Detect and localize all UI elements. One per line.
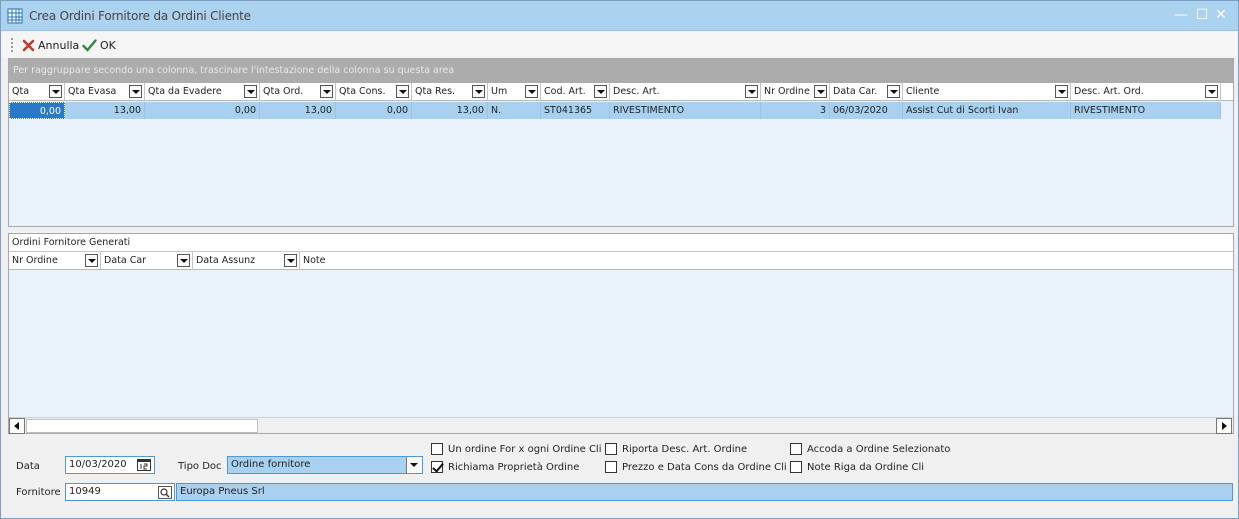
filter-dropdown-icon[interactable] [320, 85, 333, 98]
fornitore-label: Fornitore [16, 487, 61, 498]
title-bar: Crea Ordini Fornitore da Ordini Cliente … [1, 1, 1238, 31]
cancel-label: Annulla [38, 38, 80, 52]
toolbar-grip[interactable] [11, 38, 13, 52]
checkbox-box[interactable] [605, 461, 617, 473]
grid-app-icon [7, 8, 23, 24]
cell-desc-art[interactable]: RIVESTIMENTO [610, 102, 761, 119]
column-header-desc-art-ord[interactable]: Desc. Art. Ord. [1071, 83, 1221, 101]
fornitore-code-field[interactable]: 10949 [65, 483, 175, 501]
column-header-data-assunz[interactable]: Data Assunz [193, 252, 300, 270]
filter-dropdown-icon[interactable] [887, 85, 900, 98]
filter-dropdown-icon[interactable] [472, 85, 485, 98]
cell-qta[interactable]: 0,00 [9, 102, 65, 119]
filter-dropdown-icon[interactable] [1205, 85, 1218, 98]
main-window: Crea Ordini Fornitore da Ordini Cliente … [0, 0, 1239, 519]
cancel-button[interactable]: Annulla [22, 37, 79, 53]
checkbox-box[interactable] [790, 443, 802, 455]
checkbox-richiama-proprieta-ordine[interactable]: Richiama Proprietà Ordine [431, 461, 579, 473]
data-date-field[interactable]: 10/03/2020 [65, 456, 155, 474]
column-header-data-car[interactable]: Data Car. [830, 83, 903, 101]
cancel-icon [22, 39, 35, 51]
scroll-thumb[interactable] [26, 419, 258, 433]
checkbox-box[interactable] [790, 461, 802, 473]
column-header-nr-ordine[interactable]: Nr Ordine [761, 83, 830, 101]
cell-qta-cons[interactable]: 0,00 [336, 102, 412, 119]
supplier-orders-grid: Ordini Fornitore Generati Nr Ordine Data… [8, 233, 1234, 434]
toolbar: Annulla OK [2, 32, 1238, 58]
filter-dropdown-icon[interactable] [129, 85, 142, 98]
checkbox-accoda-a-ordine-selezionato[interactable]: Accoda a Ordine Selezionato [790, 443, 950, 455]
column-header-qta-evasa[interactable]: Qta Evasa [65, 83, 145, 101]
checkbox-box[interactable] [605, 443, 617, 455]
chevron-down-icon[interactable] [406, 457, 422, 473]
grid-header: Qta Qta Evasa Qta da Evadere Qta Ord. Qt… [9, 83, 1233, 101]
checkbox-prezzo-e-data-cons-da-ordine-cli[interactable]: Prezzo e Data Cons da Ordine Cli [605, 461, 787, 473]
scroll-left-icon[interactable] [9, 418, 25, 434]
cell-um[interactable]: N. [488, 102, 541, 119]
column-header-cod-art[interactable]: Cod. Art. [541, 83, 610, 101]
data-label: Data [16, 461, 40, 472]
column-header-data-car[interactable]: Data Car [101, 252, 193, 270]
filter-dropdown-icon[interactable] [594, 85, 607, 98]
minimize-button[interactable]: — [1173, 7, 1189, 23]
column-header-qta[interactable]: Qta [9, 83, 65, 101]
scroll-right-icon[interactable] [1216, 418, 1232, 434]
check-icon [82, 38, 97, 52]
cell-qta-evasa[interactable]: 13,00 [65, 102, 145, 119]
cell-qta-res[interactable]: 13,00 [412, 102, 488, 119]
filter-dropdown-icon[interactable] [177, 254, 190, 267]
cell-desc-art-ord[interactable]: RIVESTIMENTO [1071, 102, 1221, 119]
filter-dropdown-icon[interactable] [244, 85, 257, 98]
window-title: Crea Ordini Fornitore da Ordini Cliente [29, 9, 251, 23]
ok-button[interactable]: OK [82, 37, 116, 53]
tipo-doc-select[interactable]: Ordine fornitore [227, 456, 423, 474]
lookup-search-icon[interactable] [158, 486, 172, 499]
group-by-area[interactable]: Per raggruppare secondo una colonna, tra… [9, 59, 1233, 83]
column-header-um[interactable]: Um [488, 83, 541, 101]
filter-dropdown-icon[interactable] [396, 85, 409, 98]
calendar-icon[interactable] [137, 459, 151, 471]
cell-qta-da-evadere[interactable]: 0,00 [145, 102, 260, 119]
checkbox-box[interactable] [431, 461, 443, 473]
cell-qta-ord[interactable]: 13,00 [260, 102, 336, 119]
filter-dropdown-icon[interactable] [49, 85, 62, 98]
column-header-qta-cons[interactable]: Qta Cons. [336, 83, 412, 101]
maximize-button[interactable]: ☐ [1194, 7, 1210, 23]
column-header-qta-ord[interactable]: Qta Ord. [260, 83, 336, 101]
close-button[interactable]: ✕ [1213, 7, 1229, 23]
column-header-nr-ordine[interactable]: Nr Ordine [9, 252, 101, 270]
filter-dropdown-icon[interactable] [814, 85, 827, 98]
filter-dropdown-icon[interactable] [745, 85, 758, 98]
customer-orders-grid: Per raggruppare secondo una colonna, tra… [8, 58, 1234, 227]
horizontal-scrollbar[interactable] [9, 417, 1233, 434]
cell-data-car[interactable]: 06/03/2020 [830, 102, 903, 119]
grid-header: Nr Ordine Data Car Data Assunz Note [9, 252, 1233, 270]
checkbox-note-riga-da-ordine-cli[interactable]: Note Riga da Ordine Cli [790, 461, 924, 473]
checkbox-box[interactable] [431, 443, 443, 455]
cell-cod-art[interactable]: ST041365 [541, 102, 610, 119]
cell-nr-ordine[interactable]: 3 [761, 102, 830, 119]
filter-dropdown-icon[interactable] [1055, 85, 1068, 98]
filter-dropdown-icon[interactable] [85, 254, 98, 267]
column-header-qta-res[interactable]: Qta Res. [412, 83, 488, 101]
filter-dropdown-icon[interactable] [525, 85, 538, 98]
ok-label: OK [100, 38, 116, 52]
column-header-qta-da-evadere[interactable]: Qta da Evadere [145, 83, 260, 101]
fornitore-name-field[interactable]: Europa Pneus Srl [176, 483, 1233, 501]
column-header-desc-art[interactable]: Desc. Art. [610, 83, 761, 101]
filter-dropdown-icon[interactable] [284, 254, 297, 267]
cell-cliente[interactable]: Assist Cut di Scorti Ivan [903, 102, 1071, 119]
grid-title: Ordini Fornitore Generati [9, 234, 1233, 252]
checkbox-riporta-desc-art-ordine[interactable]: Riporta Desc. Art. Ordine [605, 443, 747, 455]
column-header-cliente[interactable]: Cliente [903, 83, 1071, 101]
checkbox-un-ordine-for-ogni-ordine-cli[interactable]: Un ordine For x ogni Ordine Cli [431, 443, 602, 455]
table-row[interactable]: 0,00 13,00 0,00 13,00 0,00 13,00 N. ST04… [9, 102, 1221, 119]
tipo-doc-label: Tipo Doc [178, 461, 222, 472]
column-header-note[interactable]: Note [300, 252, 400, 270]
